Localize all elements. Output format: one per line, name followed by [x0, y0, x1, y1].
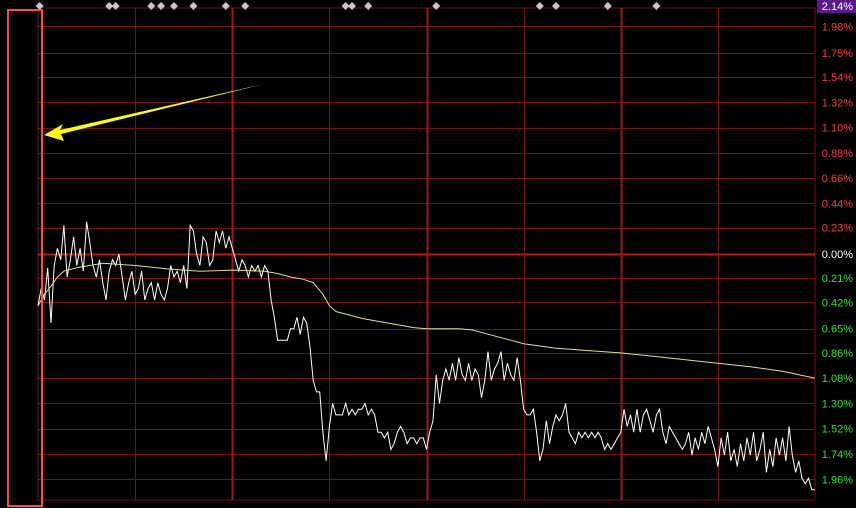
event-marker — [348, 2, 357, 10]
y-tick-label: 0.88% — [822, 148, 853, 160]
y-tick-label: 0.66% — [822, 173, 853, 185]
y-tick-label: 1.08% — [822, 373, 853, 385]
y-tick-label: 1.54% — [822, 72, 853, 84]
y-tick-label: 1.75% — [822, 48, 853, 60]
event-marker — [535, 2, 544, 10]
y-tick-label: 0.21% — [822, 273, 853, 285]
y-tick-label: 1.32% — [822, 97, 853, 109]
y-tick-label: 1.74% — [822, 449, 853, 461]
event-marker — [552, 2, 560, 10]
event-marker — [241, 2, 250, 10]
grid — [37, 7, 816, 501]
highlight-box — [7, 9, 43, 507]
event-marker — [157, 2, 166, 10]
intraday-chart: 2.14% 1.98% 1.75% 1.54% 1.32% 1.10% 0.88% 0.66%… — [0, 0, 856, 508]
y-tick-label: 1.96% — [822, 474, 853, 486]
y-tick-label: 1.98% — [822, 21, 853, 33]
event-marker — [603, 2, 612, 10]
chart-canvas: 2.14% 1.98% 1.75% 1.54% 1.32% 1.10% 0.88% 0.66%… — [7, 0, 856, 507]
y-tick-label: 0.86% — [822, 348, 853, 360]
top-price-label: 2.14% — [817, 0, 856, 13]
top-label-text: 2.14% — [822, 1, 853, 13]
event-marker — [147, 2, 156, 10]
y-tick-label: 0.42% — [822, 297, 853, 309]
event-marker — [221, 2, 230, 10]
y-tick-label: 1.30% — [822, 398, 853, 410]
y-tick-label: 0.23% — [822, 223, 853, 235]
event-marker — [35, 2, 44, 10]
y-tick-label: 0.44% — [822, 198, 853, 210]
event-marker — [169, 2, 178, 10]
y-tick-label: 1.10% — [822, 123, 853, 135]
y-tick-label: 0.65% — [822, 324, 853, 336]
event-markers — [35, 2, 661, 10]
event-marker — [189, 2, 198, 10]
y-axis-labels: 2.14% 1.98% 1.75% 1.54% 1.32% 1.10% 0.88% 0.66%… — [817, 0, 856, 486]
event-marker — [652, 2, 661, 10]
event-marker — [432, 2, 441, 10]
event-marker — [111, 2, 120, 10]
y-tick-label: 1.52% — [822, 424, 853, 436]
event-marker — [364, 2, 373, 10]
y-tick-label: 0.00% — [822, 249, 853, 261]
annotation-arrow — [44, 84, 264, 141]
